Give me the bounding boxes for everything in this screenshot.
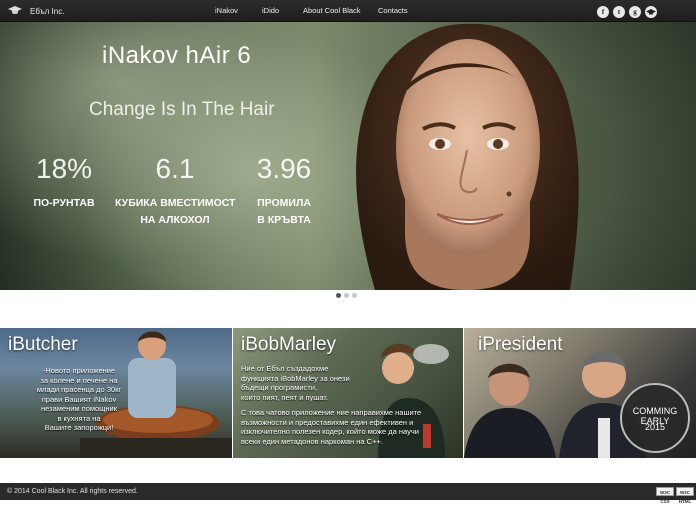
nav-item-idido[interactable]: iDido [262, 0, 279, 22]
nav-item-inakov[interactable]: iNakov [215, 0, 238, 22]
graduation-cap-logo-icon [6, 6, 26, 16]
card-text-line: Ние от Ебъл създадохме [241, 364, 329, 373]
top-navigation-bar: Ебъл Inc. iNakov iDido About Cool Black … [0, 0, 696, 22]
card-text-line: млади прасенца до 30кг [36, 385, 122, 394]
hero-subtitle: Change Is In The Hair [89, 99, 275, 120]
brand-name: Ебъл Inc. [30, 6, 65, 16]
card-text-line: всеки един метадонов наркоман на С++. [241, 436, 383, 446]
card-text-line: в кухнята на [57, 413, 101, 423]
coming-soon-year: 2015 [644, 422, 666, 432]
stat-label-line: В КРЪВТА [257, 214, 311, 226]
stat-label-alcohol-capacity: КУБИКА ВМЕСТИМОСТ НА АЛКОХОЛ [115, 195, 235, 229]
card-title: iPresident [478, 334, 563, 355]
carousel-dot-1[interactable] [336, 293, 341, 298]
footer: © 2014 Cool Black Inc. All rights reserv… [0, 483, 696, 504]
card-description: Ние от Ебъл създадохме функцията iBobMar… [241, 364, 383, 402]
card-text-line: възможности и предоставихме един ефектив… [241, 417, 414, 427]
card-text-line: които пият, пеят и пушат. [241, 392, 329, 402]
card-ibutcher[interactable]: iButcher -Новото приложение за колене и … [0, 328, 232, 458]
portrait-image [356, 23, 579, 290]
card-text-line: -Новото приложение [42, 366, 116, 375]
card-text-line: за колене и печене на [40, 375, 118, 385]
hero-slider[interactable]: iNakov hAir 6 Change Is In The Hair 18% … [0, 22, 696, 290]
w3c-html-badge[interactable]: W3C HTML [676, 487, 694, 504]
stat-label-line: ПРОМИЛА [257, 197, 311, 209]
brand[interactable]: Ебъл Inc. [6, 0, 64, 22]
card-title: iBobMarley [241, 334, 337, 355]
w3c-css-badge[interactable]: W3C CSS [656, 487, 674, 504]
graduation-cap-icon[interactable] [645, 6, 657, 18]
card-text-line: бъдещи програмисти, [241, 383, 318, 392]
stat-label-blood-alcohol: ПРОМИЛА В КРЪВТА [248, 195, 320, 229]
stat-value-blood-alcohol: 3.96 [256, 153, 312, 184]
card-text-line: С това чатово приложение ние направихме … [241, 408, 422, 417]
google-plus-icon[interactable]: g [629, 6, 641, 18]
card-text-line: Вашите запорожци! [44, 423, 114, 432]
card-description-secondary: С това чатово приложение ние направихме … [241, 408, 463, 446]
nav-item-about-cool-black[interactable]: About Cool Black [303, 0, 361, 22]
stat-label-line: НА АЛКОХОЛ [140, 214, 210, 226]
stat-label-line: КУБИКА ВМЕСТИМОСТ [115, 197, 236, 209]
hero-title: iNakov hAir 6 [102, 42, 252, 69]
stat-value-alcohol-capacity: 6.1 [155, 153, 195, 184]
card-text-line: функцията iBobMarley за онези [241, 373, 350, 383]
stat-value-hairiness: 18% [36, 153, 93, 184]
card-title: iButcher [8, 334, 78, 355]
stat-label-hairiness: ПО-РУНТАВ [33, 197, 95, 209]
carousel-dot-2[interactable] [344, 293, 349, 298]
card-ibobmarley[interactable]: iBobMarley Ние от Ебъл създадохме функци… [233, 328, 463, 458]
card-text-line: незаменим помощник [41, 404, 117, 413]
facebook-icon[interactable]: f [597, 6, 609, 18]
twitter-icon[interactable]: t [613, 6, 625, 18]
nav-item-contacts[interactable]: Contacts [378, 0, 408, 22]
coming-soon-badge: COMMING EARLY 2015 [620, 383, 690, 453]
card-text-line: прави Вашият iNakov [41, 394, 117, 404]
card-description: -Новото приложение за колене и печене на… [34, 366, 124, 433]
carousel-indicators [336, 293, 357, 298]
carousel-dot-3[interactable] [352, 293, 357, 298]
copyright-text: © 2014 Cool Black Inc. All rights reserv… [7, 488, 138, 495]
card-text-line: изключително полезен кодер, който може д… [241, 427, 419, 436]
